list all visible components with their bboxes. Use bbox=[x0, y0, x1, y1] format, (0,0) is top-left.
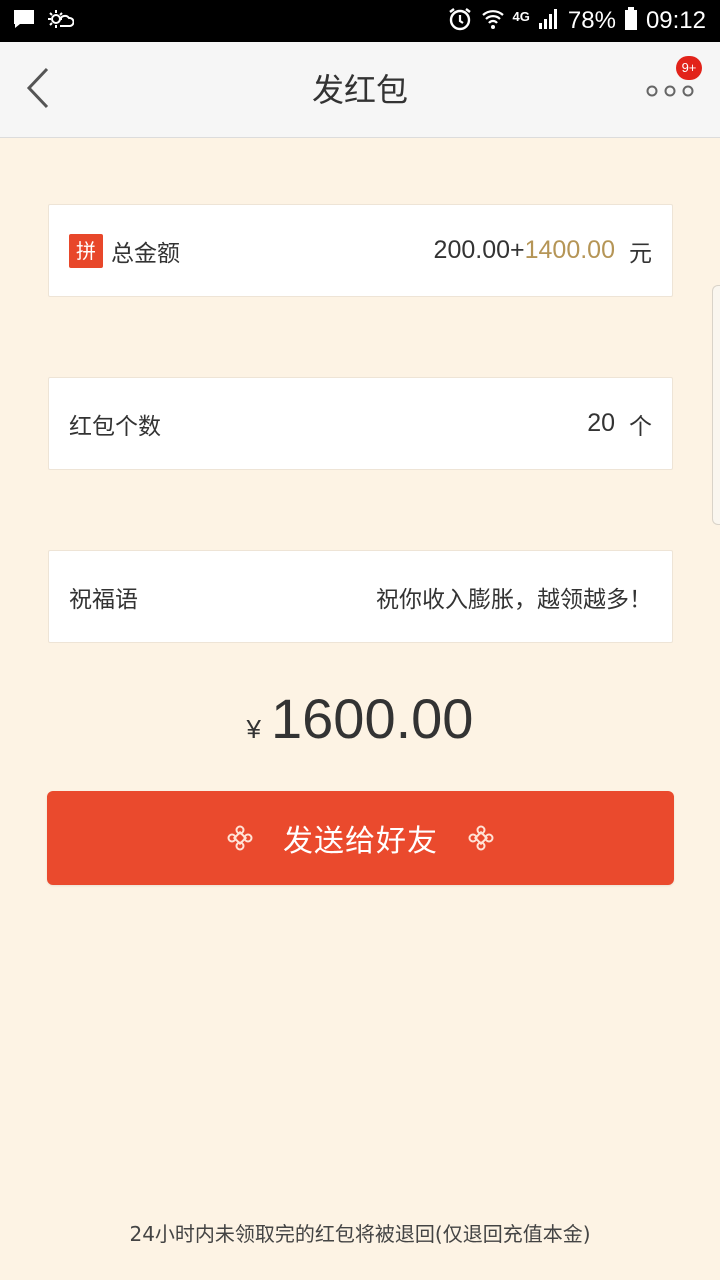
notification-badge: 9+ bbox=[676, 56, 702, 80]
amount-bonus: 1400.00 bbox=[524, 236, 615, 264]
total-amount-value: 200.00+ 1400.00 元 bbox=[434, 234, 652, 268]
status-bar-right: 4G 78% 09:12 bbox=[447, 6, 706, 37]
battery-icon bbox=[624, 6, 638, 36]
weather-icon bbox=[46, 8, 75, 35]
blessing-label: 祝福语 bbox=[69, 586, 138, 613]
battery-percent: 78% bbox=[567, 7, 616, 34]
knot-left-icon bbox=[227, 825, 253, 851]
currency-symbol: ¥ bbox=[246, 714, 262, 744]
total-amount-row[interactable]: 拼 总金额 200.00+ 1400.00 元 bbox=[48, 204, 673, 297]
total-display: ¥ 1600.00 bbox=[0, 686, 720, 756]
packet-count-value: 20 bbox=[587, 409, 615, 437]
send-to-friend-button[interactable]: 发送给好友 bbox=[47, 791, 674, 885]
total-value: 1600.00 bbox=[271, 687, 474, 750]
blessing-value: 祝你收入膨胀，越领越多！ bbox=[376, 586, 652, 613]
wifi-icon bbox=[481, 8, 505, 35]
blessing-row[interactable]: 祝福语 祝你收入膨胀，越领越多！ bbox=[48, 550, 673, 643]
amount-unit: 元 bbox=[629, 240, 652, 267]
status-bar-left bbox=[12, 8, 75, 35]
clock: 09:12 bbox=[645, 7, 706, 34]
send-label: 发送给好友 bbox=[283, 824, 438, 859]
packet-count-label: 红包个数 bbox=[69, 413, 161, 440]
nav-bar: 发红包 bbox=[0, 42, 720, 138]
knot-right-icon bbox=[468, 825, 494, 851]
group-tag: 拼 bbox=[69, 233, 103, 268]
message-icon bbox=[12, 8, 36, 35]
packet-count-row[interactable]: 红包个数 20 个 bbox=[48, 377, 673, 470]
total-amount-label: 总金额 bbox=[111, 240, 180, 267]
edge-scroll-handle[interactable] bbox=[712, 285, 720, 525]
signal-icon bbox=[538, 8, 560, 35]
page-title: 发红包 bbox=[311, 71, 408, 109]
packet-count-value-group: 20 个 bbox=[587, 407, 652, 441]
total-amount-left: 拼 总金额 bbox=[69, 233, 180, 268]
more-dots-icon bbox=[646, 83, 694, 102]
network-type: 4G bbox=[512, 8, 530, 24]
status-bar: 4G 78% 09:12 bbox=[0, 0, 720, 42]
amount-base: 200.00+ bbox=[433, 236, 525, 264]
alarm-icon bbox=[447, 6, 473, 37]
packet-count-unit: 个 bbox=[629, 413, 652, 440]
refund-note: 24小时内未领取完的红包将被退回(仅退回充值本金) bbox=[129, 1222, 591, 1246]
